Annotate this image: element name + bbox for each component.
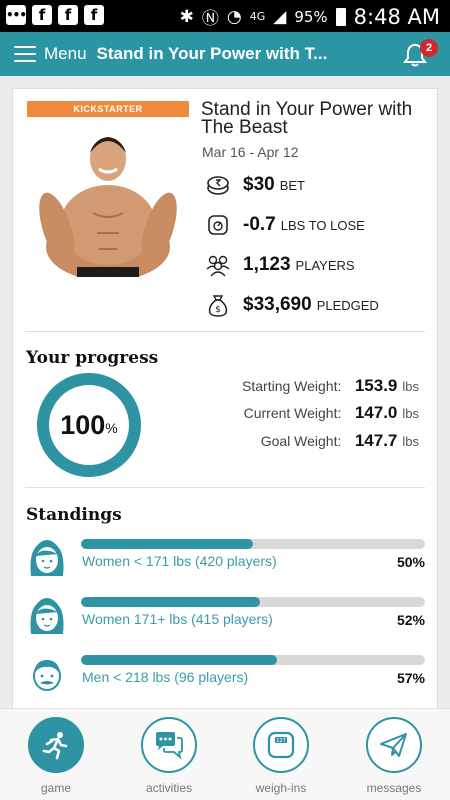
bottom-navigation: game activities 127 weigh-ins messages (0, 708, 450, 800)
notification-badge: 2 (420, 39, 438, 57)
nav-label: game (40, 781, 72, 795)
scale-icon: 127 (267, 731, 295, 759)
weight-label: Current Weight: (243, 405, 342, 421)
players-icon (205, 252, 231, 278)
standing-bar (81, 597, 425, 607)
page-title: Stand in Your Power with T... (96, 44, 328, 63)
standing-label: Women 171+ lbs (415 players) (82, 611, 273, 627)
svg-text:127: 127 (276, 738, 286, 744)
standing-row[interactable]: Women 171+ lbs (415 players) 52% (25, 594, 427, 638)
svg-text:$: $ (215, 305, 221, 315)
nav-label: weigh-ins (255, 781, 307, 795)
goal-weight-row: Goal Weight: 147.7 lbs (261, 431, 419, 451)
nav-activities[interactable]: activities (124, 717, 214, 800)
standing-row[interactable]: Men < 218 lbs (96 players) 57% (25, 652, 427, 696)
stat-unit: BET (279, 177, 305, 193)
stat-lbs-to-lose: -0.7 LBS TO LOSE (205, 211, 365, 239)
standing-row[interactable]: Women < 171 lbs (420 players) 50% (25, 536, 427, 580)
stat-unit: PLAYERS (295, 257, 355, 273)
divider (25, 331, 425, 332)
starting-weight-row: Starting Weight: 153.9 lbs (242, 376, 419, 396)
coins-icon (205, 172, 231, 198)
game-title: Stand in Your Power with The Beast (201, 99, 413, 138)
stat-players: 1,123 PLAYERS (205, 251, 355, 279)
nav-activities-button[interactable] (141, 717, 197, 773)
hamburger-menu-icon[interactable] (14, 46, 36, 62)
notifications-button[interactable]: 2 (402, 39, 438, 69)
nav-game-button[interactable] (28, 717, 84, 773)
nav-weigh-ins-button[interactable]: 127 (253, 717, 309, 773)
weight-unit: lbs (402, 406, 419, 421)
standing-percent: 52% (396, 612, 425, 628)
weight-unit: lbs (402, 379, 419, 394)
stat-pledged: $ $33,690 PLEDGED (205, 291, 379, 319)
nav-weigh-ins[interactable]: 127 weigh-ins (236, 717, 326, 800)
weight-value: 147.7 (354, 431, 398, 450)
app-header: Menu Stand in Your Power with T... 2 (0, 32, 450, 76)
woman-avatar-icon (30, 540, 64, 576)
game-hero-image[interactable] (27, 117, 189, 277)
standing-percent: 57% (396, 670, 425, 686)
standing-label: Men < 218 lbs (96 players) (82, 669, 249, 685)
weight-value: 153.9 (354, 376, 398, 395)
progress-percent: 100 % (35, 371, 143, 479)
signal-icon: ◢ (273, 6, 287, 27)
standing-bar-fill (81, 655, 278, 665)
standing-bar (81, 539, 425, 549)
wifi-icon: ◔ (226, 6, 242, 27)
standings-title: Standings (26, 505, 122, 525)
clock: 8:48 AM (353, 4, 440, 29)
runner-icon (42, 732, 68, 760)
standing-bar-fill (81, 539, 253, 549)
bluetooth-icon: ✱ (179, 6, 194, 27)
battery-percent: 95% (294, 7, 328, 26)
progress-title: Your progress (26, 348, 159, 368)
progress-percent-value: 100 (60, 409, 106, 440)
chat-bubbles-icon (156, 732, 183, 760)
man-avatar-icon (33, 660, 61, 691)
weight-value: 147.0 (354, 403, 398, 422)
stat-unit: LBS TO LOSE (280, 217, 365, 233)
game-card: KICKSTARTER Stand in Your Power with The… (12, 88, 438, 728)
status-bar: ••• f f f ✱ Ⓝ ◔ 4G ◢ 95% 8:48 AM (0, 0, 450, 32)
network-type: 4G (249, 10, 266, 23)
stat-value: $30 (243, 174, 275, 195)
stat-value: -0.7 (243, 214, 276, 235)
stat-value: $33,690 (243, 294, 312, 315)
scale-icon (205, 212, 231, 238)
paper-plane-icon (380, 733, 407, 757)
battery-icon (335, 7, 346, 26)
divider (25, 487, 425, 488)
current-weight-row: Current Weight: 147.0 lbs (244, 403, 419, 423)
weight-unit: lbs (402, 434, 419, 449)
facebook-notification-icon: f (84, 5, 104, 25)
facebook-notification-icon: f (32, 5, 52, 25)
woman-avatar-icon (30, 598, 64, 634)
menu-button[interactable]: Menu (44, 44, 87, 64)
nav-label: activities (145, 781, 192, 795)
standing-label: Women < 171 lbs (420 players) (82, 553, 277, 569)
stat-bet: $30 BET (205, 171, 305, 199)
facebook-notification-icon: f (58, 5, 78, 25)
stat-value: 1,123 (243, 254, 291, 275)
nav-game[interactable]: game (11, 717, 101, 800)
nfc-icon: Ⓝ (201, 9, 219, 29)
standing-bar-fill (81, 597, 260, 607)
kickstarter-tag: KICKSTARTER (27, 101, 189, 117)
progress-percent-sign: % (105, 420, 118, 436)
nav-messages-button[interactable] (366, 717, 422, 773)
nav-messages[interactable]: messages (349, 717, 439, 800)
notification-icons: ••• f f f (6, 5, 104, 25)
standing-bar (81, 655, 425, 665)
standing-percent: 50% (396, 554, 425, 570)
weight-label: Goal Weight: (260, 433, 342, 449)
stat-unit: PLEDGED (316, 297, 379, 313)
weight-label: Starting Weight: (242, 378, 342, 394)
money-bag-icon: $ (205, 292, 231, 318)
system-status: ✱ Ⓝ ◔ 4G ◢ 95% 8:48 AM (179, 4, 440, 30)
nav-label: messages (366, 781, 422, 795)
game-dates: Mar 16 - Apr 12 (202, 144, 299, 160)
message-notification-icon: ••• (6, 5, 27, 25)
